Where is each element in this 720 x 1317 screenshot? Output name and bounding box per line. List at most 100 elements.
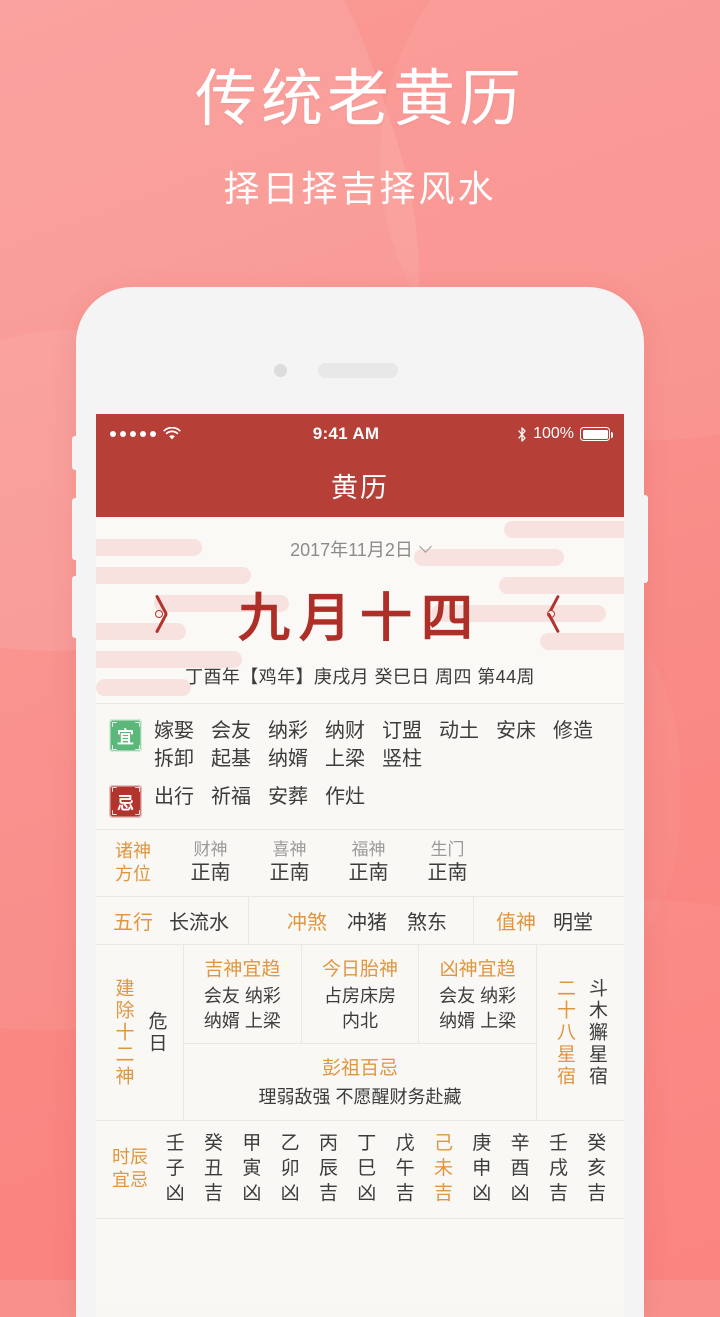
shichen-column[interactable]: 乙 卯 凶 xyxy=(281,1131,300,1206)
wuxing-row: 五行 长流水 冲煞 冲猪 煞东 值神 明堂 xyxy=(96,896,624,946)
shichen-gan: 丁 xyxy=(357,1133,377,1155)
shichen-jixiong: 吉 xyxy=(548,1183,568,1205)
gods-direction-value: 正南 xyxy=(269,861,310,884)
solar-date-label: 2017年11月2日 xyxy=(290,540,413,560)
xingxiu-value: 斗木獬星宿 xyxy=(586,977,607,1088)
app-title-bar: 黄历 xyxy=(96,454,624,517)
shichen-gan: 辛 xyxy=(510,1133,530,1155)
yi-item[interactable]: 纳彩 xyxy=(268,717,308,745)
gods-direction-cell: 生门 正南 xyxy=(408,839,487,887)
detail-card-line: 纳婿 上梁 xyxy=(203,1010,281,1031)
jianchu-label: 建除十二神 xyxy=(112,977,134,1088)
yi-item[interactable]: 起基 xyxy=(211,745,251,773)
shichen-jixiong: 吉 xyxy=(587,1183,607,1205)
phone-volume-up-button xyxy=(72,498,78,560)
shichen-column[interactable]: 庚 申 凶 xyxy=(472,1131,491,1206)
gods-direction-cells: 财神 正南 喜神 正南 福神 正南 生门 正南 xyxy=(171,839,487,887)
detail-card: 吉神宜趋 会友 纳彩 纳婿 上梁 xyxy=(184,945,301,1043)
phone-mute-switch xyxy=(72,436,78,470)
ji-item[interactable]: 安葬 xyxy=(268,783,308,811)
shichen-gan: 庚 xyxy=(472,1133,492,1155)
yi-badge-label: 宜 xyxy=(117,728,134,747)
shichen-gan: 己 xyxy=(433,1133,453,1155)
yi-row: 宜 嫁娶 会友 纳彩 纳财 订盟 动土 安床 修造拆卸 起基 纳婿 上梁 竖柱 xyxy=(96,717,624,774)
gods-direction-cell: 财神 正南 xyxy=(171,839,250,887)
ji-badge: 忌 xyxy=(109,784,142,818)
yi-item[interactable]: 安床 xyxy=(496,717,536,745)
yiji-section: 宜 嫁娶 会友 纳彩 纳财 订盟 动土 安床 修造拆卸 起基 纳婿 上梁 竖柱 忌 出行 祈福 安葬 作灶 xyxy=(96,704,624,829)
wuxing-value: 长流水 xyxy=(169,912,229,935)
yi-item[interactable]: 纳婿 xyxy=(268,745,308,773)
gods-direction-section: 诸神 方位 财神 正南 喜神 正南 福神 正南 生门 正南 xyxy=(96,829,624,897)
chevron-down-icon[interactable] xyxy=(419,540,432,553)
gods-direction-value: 正南 xyxy=(427,861,468,884)
shichen-column[interactable]: 壬 戌 吉 xyxy=(549,1131,568,1206)
shichen-column[interactable]: 壬 子 凶 xyxy=(166,1131,185,1206)
wuxing-label: 五行 xyxy=(113,912,153,935)
page-title: 黄历 xyxy=(331,473,389,503)
shichen-jixiong: 吉 xyxy=(395,1183,415,1205)
zhishen-segment: 值神 明堂 xyxy=(474,897,624,944)
chongsha-value-1: 冲猪 xyxy=(347,912,387,935)
shichen-section: 时辰 宜忌 壬 子 凶 癸 丑 吉 甲 寅 凶 乙 卯 凶 丙 辰 吉 丁 巳 … xyxy=(96,1121,624,1220)
shichen-column[interactable]: 丙 辰 吉 xyxy=(319,1131,338,1206)
yi-item[interactable]: 动土 xyxy=(439,717,479,745)
promo-title: 传统老黄历 xyxy=(194,65,525,134)
shichen-gan: 癸 xyxy=(587,1133,607,1155)
detail-cards-row: 吉神宜趋 会友 纳彩 纳婿 上梁 今日胎神 占房床房 内北 凶神宜趋 会友 纳彩… xyxy=(184,945,536,1045)
date-selector[interactable]: 2017年11月2日 xyxy=(96,536,624,562)
shichen-zhi: 戌 xyxy=(548,1158,568,1180)
yi-item[interactable]: 嫁娶 xyxy=(154,717,194,745)
wifi-icon xyxy=(163,427,181,440)
shichen-column[interactable]: 戊 午 吉 xyxy=(396,1131,415,1206)
detail-card-header: 吉神宜趋 xyxy=(204,959,281,981)
yi-item[interactable]: 会友 xyxy=(211,717,251,745)
gods-direction-label: 诸神 方位 xyxy=(115,840,151,884)
detail-card-header: 凶神宜趋 xyxy=(439,959,516,981)
yi-item[interactable]: 拆卸 xyxy=(154,745,194,773)
shichen-zhi: 酉 xyxy=(510,1158,530,1180)
yi-item[interactable]: 订盟 xyxy=(382,717,422,745)
gods-direction-value: 正南 xyxy=(348,861,389,884)
yi-badge: 宜 xyxy=(109,719,142,752)
gods-direction-key: 福神 xyxy=(351,839,386,859)
front-camera-icon xyxy=(274,364,287,377)
yi-item[interactable]: 纳财 xyxy=(325,717,365,745)
detail-card: 今日胎神 占房床房 内北 xyxy=(300,945,419,1044)
shichen-gan: 戊 xyxy=(395,1133,415,1155)
pengzu-text: 理弱敌强 不愿醒财务赴藏 xyxy=(258,1087,462,1108)
shichen-column[interactable]: 癸 亥 吉 xyxy=(587,1131,606,1206)
detail-card-line: 内北 xyxy=(342,1010,378,1031)
shichen-column[interactable]: 甲 寅 凶 xyxy=(242,1131,261,1206)
shichen-column[interactable]: 己 未 吉 xyxy=(434,1131,453,1206)
shichen-jixiong: 凶 xyxy=(472,1183,492,1205)
signal-dots-icon xyxy=(110,431,156,437)
shichen-gan: 乙 xyxy=(280,1133,300,1155)
shichen-column[interactable]: 癸 丑 吉 xyxy=(204,1131,223,1206)
ji-item[interactable]: 出行 xyxy=(154,783,194,811)
shichen-zhi: 辰 xyxy=(318,1158,338,1180)
yi-item[interactable]: 修造 xyxy=(553,717,593,745)
app-screen: 9:41 AM 100% 黄历 2017年11月2日 九月十四 丁酉年【鸡年】庚… xyxy=(96,414,624,1317)
ji-item[interactable]: 作灶 xyxy=(325,783,365,811)
battery-icon xyxy=(580,427,613,441)
gods-direction-value: 正南 xyxy=(190,861,231,884)
status-bar-time: 9:41 AM xyxy=(312,424,380,443)
next-day-arrow-icon[interactable] xyxy=(536,592,576,636)
detail-card-header: 今日胎神 xyxy=(322,959,399,981)
shichen-gan: 壬 xyxy=(165,1133,185,1155)
shichen-column[interactable]: 丁 巳 凶 xyxy=(357,1131,376,1206)
shichen-gan: 癸 xyxy=(203,1133,223,1155)
shichen-jixiong: 吉 xyxy=(318,1183,338,1205)
yi-item[interactable]: 竖柱 xyxy=(382,745,422,773)
detail-grid-middle: 吉神宜趋 会友 纳彩 纳婿 上梁 今日胎神 占房床房 内北 凶神宜趋 会友 纳彩… xyxy=(184,945,536,1120)
detail-card-line: 占房床房 xyxy=(324,986,396,1007)
yi-item[interactable]: 上梁 xyxy=(325,745,365,773)
shichen-gan: 壬 xyxy=(548,1133,568,1155)
prev-day-arrow-icon[interactable] xyxy=(144,592,184,636)
shichen-column[interactable]: 辛 酉 凶 xyxy=(511,1131,530,1206)
wuxing-segment: 五行 长流水 xyxy=(96,897,248,944)
ji-item[interactable]: 祈福 xyxy=(211,783,251,811)
gods-direction-cell: 福神 正南 xyxy=(329,839,408,887)
battery-percent-label: 100% xyxy=(533,425,574,442)
